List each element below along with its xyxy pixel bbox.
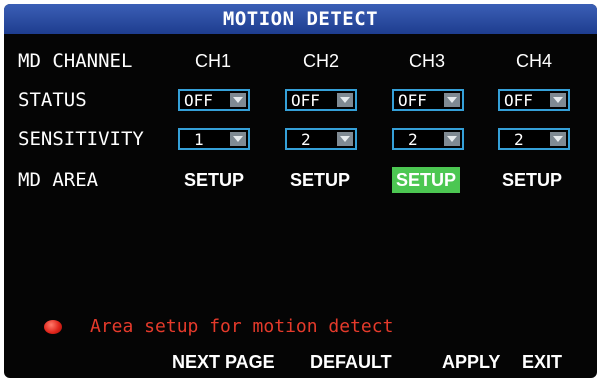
- sensitivity-dropdown-ch2[interactable]: 2: [285, 128, 357, 150]
- md-channel-label: MD CHANNEL: [18, 50, 133, 72]
- channel-header-ch4: CH4: [515, 51, 552, 71]
- status-dropdown-ch3[interactable]: OFF: [392, 89, 464, 111]
- exit-button[interactable]: EXIT: [522, 350, 562, 374]
- sensitivity-value: 2: [301, 130, 311, 149]
- status-dropdown-ch1[interactable]: OFF: [178, 89, 250, 111]
- red-dot-icon: [44, 320, 62, 334]
- channel-header-ch2: CH2: [302, 51, 339, 71]
- sensitivity-value: 2: [408, 130, 418, 149]
- chevron-down-icon[interactable]: [337, 132, 353, 146]
- chevron-down-icon[interactable]: [444, 93, 460, 107]
- status-value: OFF: [504, 91, 533, 110]
- chevron-down-icon[interactable]: [550, 93, 566, 107]
- setup-button-ch4[interactable]: SETUP: [498, 167, 566, 193]
- status-value: OFF: [398, 91, 427, 110]
- sensitivity-dropdown-ch4[interactable]: 2: [498, 128, 570, 150]
- setup-button-ch3[interactable]: SETUP: [392, 167, 461, 193]
- status-value: OFF: [184, 91, 213, 110]
- chevron-down-icon[interactable]: [337, 93, 353, 107]
- status-dropdown-ch2[interactable]: OFF: [285, 89, 357, 111]
- sensitivity-dropdown-ch1[interactable]: 1: [178, 128, 250, 150]
- sensitivity-value: 1: [194, 130, 204, 149]
- setup-button-ch1[interactable]: SETUP: [180, 167, 248, 193]
- hint-text: Area setup for motion detect: [90, 316, 394, 337]
- status-label: STATUS: [18, 89, 87, 111]
- setup-button-ch2[interactable]: SETUP: [286, 167, 354, 193]
- status-dropdown-ch4[interactable]: OFF: [498, 89, 570, 111]
- chevron-down-icon[interactable]: [230, 93, 246, 107]
- channel-header-ch3: CH3: [408, 51, 445, 71]
- chevron-down-icon[interactable]: [444, 132, 460, 146]
- status-value: OFF: [291, 91, 320, 110]
- menu-title: MOTION DETECT: [222, 8, 379, 30]
- channel-header-ch1: CH1: [194, 51, 231, 71]
- sensitivity-value: 2: [514, 130, 524, 149]
- next-page-button[interactable]: NEXT PAGE: [172, 350, 275, 374]
- chevron-down-icon[interactable]: [550, 132, 566, 146]
- md-area-label: MD AREA: [18, 169, 99, 191]
- title-bar: MOTION DETECT: [4, 4, 597, 34]
- dvr-menu-screen: MOTION DETECT MD CHANNEL CH1 CH2 CH3 CH4…: [4, 4, 597, 378]
- sensitivity-label: SENSITIVITY: [18, 128, 144, 150]
- chevron-down-icon[interactable]: [230, 132, 246, 146]
- sensitivity-dropdown-ch3[interactable]: 2: [392, 128, 464, 150]
- apply-button[interactable]: APPLY: [442, 350, 500, 374]
- default-button[interactable]: DEFAULT: [310, 350, 392, 374]
